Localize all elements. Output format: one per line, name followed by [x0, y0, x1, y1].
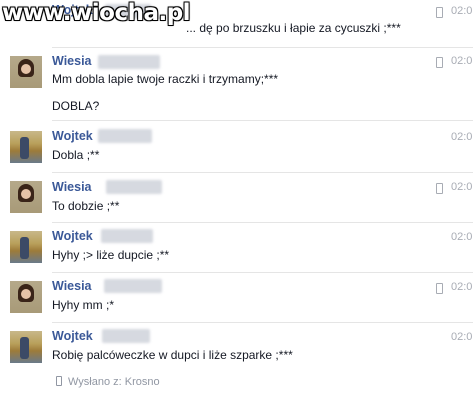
phone-icon	[436, 283, 443, 294]
blurred-surname	[102, 329, 150, 343]
message-time: 02:0	[451, 331, 473, 343]
message-text: ... dę po brzuszku i łapie za cycuszki ;…	[186, 21, 401, 35]
phone-icon	[436, 7, 443, 18]
phone-icon	[436, 57, 443, 68]
message-row: Wiesia To dobzie ;** 02:0	[0, 173, 473, 223]
watermark: www.wiocha.pl	[2, 0, 191, 26]
phone-icon	[436, 183, 443, 194]
message-row: Wiesia Hyhy mm ;* 02:0	[0, 273, 473, 323]
message-row: Wojtek Hyhy ;> liże dupcie ;** 02:0	[0, 223, 473, 273]
message-text: DOBLA?	[52, 99, 100, 113]
sender-name[interactable]: Wiesia	[52, 180, 92, 194]
avatar[interactable]	[10, 231, 42, 263]
message-text: Robię palcóweczke w dupci i liże szparke…	[52, 348, 293, 362]
message-text: To dobzie ;**	[52, 199, 120, 213]
message-row: Wojtek Dobla ;** 02:0	[0, 121, 473, 173]
sent-from-label: Wysłano z: Krosno	[68, 376, 160, 388]
message-time: 02:0	[451, 131, 473, 143]
sender-name[interactable]: Wojtek	[52, 329, 93, 343]
message-text: Mm dobla lapie twoje raczki i trzymamy;*…	[52, 72, 279, 86]
message-time: 02:0	[451, 5, 473, 17]
avatar[interactable]	[10, 181, 42, 213]
message-time: 02:0	[451, 231, 473, 243]
message-row: Wojtek Robię palcóweczke w dupci i liże …	[0, 323, 473, 371]
sender-name[interactable]: Wojtek	[52, 229, 93, 243]
avatar[interactable]	[10, 281, 42, 313]
blurred-surname	[101, 229, 153, 243]
sender-name[interactable]: Wiesia	[52, 279, 92, 293]
message-time: 02:0	[451, 55, 473, 67]
sender-name[interactable]: Wiesia	[52, 54, 92, 68]
message-text: Hyhy mm ;*	[52, 298, 115, 312]
blurred-surname	[98, 129, 152, 143]
sender-name[interactable]: Wojtek	[52, 129, 93, 143]
avatar[interactable]	[10, 331, 42, 363]
sent-from-location: Wysłano z: Krosno	[56, 376, 160, 388]
phone-icon	[56, 376, 62, 386]
message-text: Hyhy ;> liże dupcie ;**	[52, 248, 170, 262]
message-row: Wiesia Mm dobla lapie twoje raczki i trz…	[0, 48, 473, 126]
avatar[interactable]	[10, 131, 42, 163]
blurred-surname	[106, 180, 162, 194]
blurred-surname	[104, 279, 162, 293]
message-time: 02:0	[451, 281, 473, 293]
avatar[interactable]	[10, 56, 42, 88]
message-text: Dobla ;**	[52, 148, 100, 162]
blurred-surname	[98, 55, 160, 69]
message-time: 02:0	[451, 181, 473, 193]
